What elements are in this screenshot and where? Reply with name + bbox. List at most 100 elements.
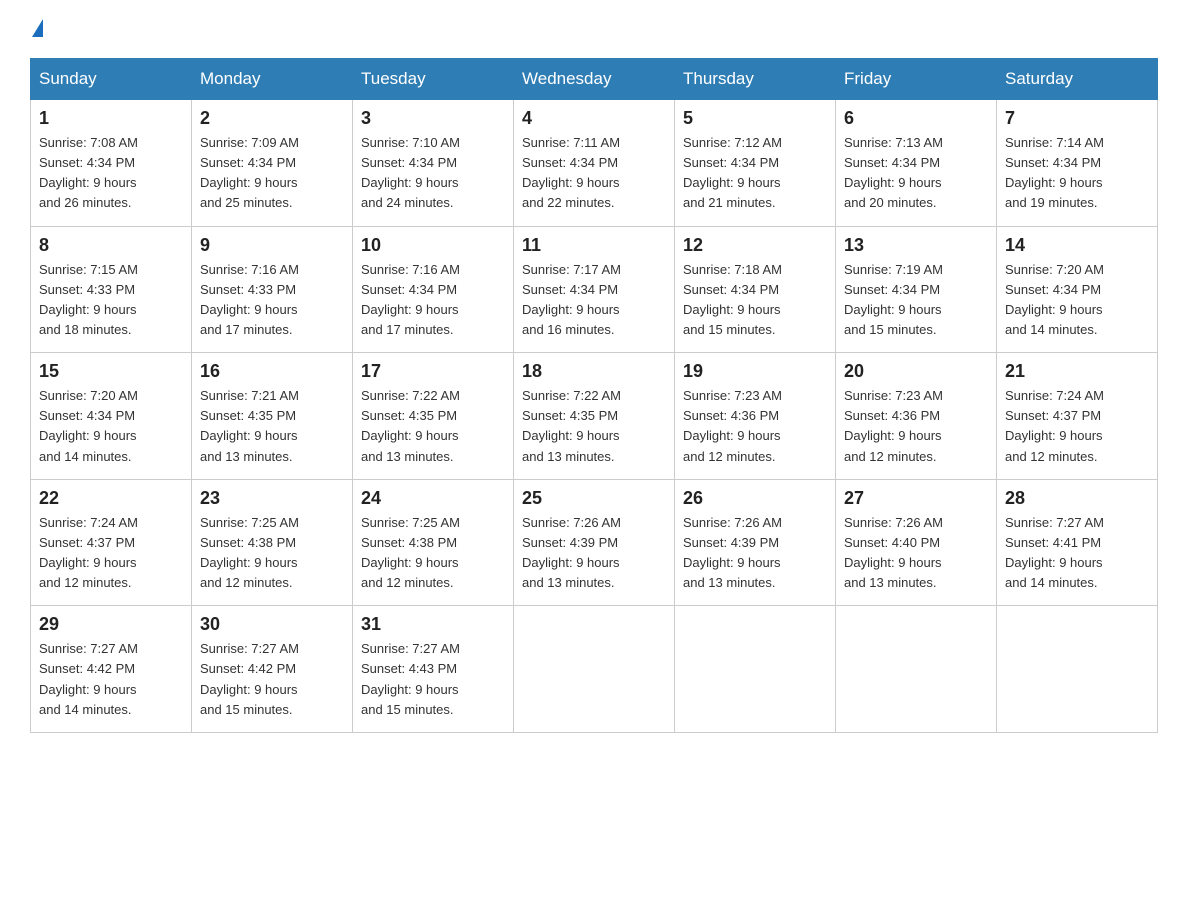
calendar-cell: 18 Sunrise: 7:22 AMSunset: 4:35 PMDaylig… [514, 353, 675, 480]
day-number: 14 [1005, 235, 1149, 256]
day-number: 11 [522, 235, 666, 256]
calendar-cell: 15 Sunrise: 7:20 AMSunset: 4:34 PMDaylig… [31, 353, 192, 480]
calendar-cell: 23 Sunrise: 7:25 AMSunset: 4:38 PMDaylig… [192, 479, 353, 606]
day-info: Sunrise: 7:25 AMSunset: 4:38 PMDaylight:… [361, 515, 460, 590]
day-info: Sunrise: 7:10 AMSunset: 4:34 PMDaylight:… [361, 135, 460, 210]
day-number: 23 [200, 488, 344, 509]
day-info: Sunrise: 7:26 AMSunset: 4:39 PMDaylight:… [522, 515, 621, 590]
day-number: 30 [200, 614, 344, 635]
day-info: Sunrise: 7:25 AMSunset: 4:38 PMDaylight:… [200, 515, 299, 590]
calendar-cell: 9 Sunrise: 7:16 AMSunset: 4:33 PMDayligh… [192, 226, 353, 353]
day-info: Sunrise: 7:16 AMSunset: 4:33 PMDaylight:… [200, 262, 299, 337]
calendar-cell: 20 Sunrise: 7:23 AMSunset: 4:36 PMDaylig… [836, 353, 997, 480]
calendar-cell: 12 Sunrise: 7:18 AMSunset: 4:34 PMDaylig… [675, 226, 836, 353]
day-info: Sunrise: 7:27 AMSunset: 4:41 PMDaylight:… [1005, 515, 1104, 590]
day-number: 6 [844, 108, 988, 129]
day-number: 29 [39, 614, 183, 635]
day-number: 3 [361, 108, 505, 129]
day-info: Sunrise: 7:21 AMSunset: 4:35 PMDaylight:… [200, 388, 299, 463]
day-info: Sunrise: 7:26 AMSunset: 4:39 PMDaylight:… [683, 515, 782, 590]
calendar-cell: 29 Sunrise: 7:27 AMSunset: 4:42 PMDaylig… [31, 606, 192, 733]
calendar-cell: 7 Sunrise: 7:14 AMSunset: 4:34 PMDayligh… [997, 100, 1158, 227]
calendar-cell: 13 Sunrise: 7:19 AMSunset: 4:34 PMDaylig… [836, 226, 997, 353]
day-number: 25 [522, 488, 666, 509]
calendar-header-thursday: Thursday [675, 59, 836, 100]
day-info: Sunrise: 7:23 AMSunset: 4:36 PMDaylight:… [844, 388, 943, 463]
calendar-cell: 11 Sunrise: 7:17 AMSunset: 4:34 PMDaylig… [514, 226, 675, 353]
calendar-cell: 16 Sunrise: 7:21 AMSunset: 4:35 PMDaylig… [192, 353, 353, 480]
calendar-week-row: 15 Sunrise: 7:20 AMSunset: 4:34 PMDaylig… [31, 353, 1158, 480]
day-number: 24 [361, 488, 505, 509]
calendar-cell: 10 Sunrise: 7:16 AMSunset: 4:34 PMDaylig… [353, 226, 514, 353]
calendar-header-row: SundayMondayTuesdayWednesdayThursdayFrid… [31, 59, 1158, 100]
calendar-cell: 5 Sunrise: 7:12 AMSunset: 4:34 PMDayligh… [675, 100, 836, 227]
day-info: Sunrise: 7:22 AMSunset: 4:35 PMDaylight:… [361, 388, 460, 463]
day-number: 31 [361, 614, 505, 635]
calendar-cell: 6 Sunrise: 7:13 AMSunset: 4:34 PMDayligh… [836, 100, 997, 227]
logo [30, 20, 43, 38]
day-info: Sunrise: 7:24 AMSunset: 4:37 PMDaylight:… [39, 515, 138, 590]
day-info: Sunrise: 7:24 AMSunset: 4:37 PMDaylight:… [1005, 388, 1104, 463]
day-number: 18 [522, 361, 666, 382]
day-number: 19 [683, 361, 827, 382]
calendar-cell: 4 Sunrise: 7:11 AMSunset: 4:34 PMDayligh… [514, 100, 675, 227]
day-number: 9 [200, 235, 344, 256]
day-info: Sunrise: 7:27 AMSunset: 4:42 PMDaylight:… [200, 641, 299, 716]
day-info: Sunrise: 7:11 AMSunset: 4:34 PMDaylight:… [522, 135, 620, 210]
day-info: Sunrise: 7:15 AMSunset: 4:33 PMDaylight:… [39, 262, 138, 337]
day-info: Sunrise: 7:20 AMSunset: 4:34 PMDaylight:… [1005, 262, 1104, 337]
page-header [30, 20, 1158, 38]
day-number: 15 [39, 361, 183, 382]
day-number: 21 [1005, 361, 1149, 382]
calendar-cell: 28 Sunrise: 7:27 AMSunset: 4:41 PMDaylig… [997, 479, 1158, 606]
calendar-cell: 31 Sunrise: 7:27 AMSunset: 4:43 PMDaylig… [353, 606, 514, 733]
calendar-header-friday: Friday [836, 59, 997, 100]
day-info: Sunrise: 7:27 AMSunset: 4:43 PMDaylight:… [361, 641, 460, 716]
calendar-cell: 24 Sunrise: 7:25 AMSunset: 4:38 PMDaylig… [353, 479, 514, 606]
day-info: Sunrise: 7:18 AMSunset: 4:34 PMDaylight:… [683, 262, 782, 337]
day-number: 13 [844, 235, 988, 256]
calendar-cell: 1 Sunrise: 7:08 AMSunset: 4:34 PMDayligh… [31, 100, 192, 227]
calendar-header-saturday: Saturday [997, 59, 1158, 100]
day-number: 27 [844, 488, 988, 509]
calendar-cell: 25 Sunrise: 7:26 AMSunset: 4:39 PMDaylig… [514, 479, 675, 606]
day-info: Sunrise: 7:26 AMSunset: 4:40 PMDaylight:… [844, 515, 943, 590]
logo-arrow-icon [32, 19, 43, 37]
day-info: Sunrise: 7:17 AMSunset: 4:34 PMDaylight:… [522, 262, 621, 337]
calendar-table: SundayMondayTuesdayWednesdayThursdayFrid… [30, 58, 1158, 733]
day-info: Sunrise: 7:13 AMSunset: 4:34 PMDaylight:… [844, 135, 943, 210]
day-number: 5 [683, 108, 827, 129]
day-number: 28 [1005, 488, 1149, 509]
day-number: 26 [683, 488, 827, 509]
calendar-cell: 27 Sunrise: 7:26 AMSunset: 4:40 PMDaylig… [836, 479, 997, 606]
day-number: 4 [522, 108, 666, 129]
calendar-cell [675, 606, 836, 733]
day-info: Sunrise: 7:20 AMSunset: 4:34 PMDaylight:… [39, 388, 138, 463]
day-number: 22 [39, 488, 183, 509]
calendar-cell: 21 Sunrise: 7:24 AMSunset: 4:37 PMDaylig… [997, 353, 1158, 480]
calendar-cell [514, 606, 675, 733]
calendar-cell: 19 Sunrise: 7:23 AMSunset: 4:36 PMDaylig… [675, 353, 836, 480]
calendar-header-monday: Monday [192, 59, 353, 100]
day-number: 1 [39, 108, 183, 129]
calendar-header-sunday: Sunday [31, 59, 192, 100]
day-number: 2 [200, 108, 344, 129]
day-number: 7 [1005, 108, 1149, 129]
calendar-cell [997, 606, 1158, 733]
day-info: Sunrise: 7:16 AMSunset: 4:34 PMDaylight:… [361, 262, 460, 337]
day-info: Sunrise: 7:27 AMSunset: 4:42 PMDaylight:… [39, 641, 138, 716]
calendar-cell: 3 Sunrise: 7:10 AMSunset: 4:34 PMDayligh… [353, 100, 514, 227]
calendar-cell: 22 Sunrise: 7:24 AMSunset: 4:37 PMDaylig… [31, 479, 192, 606]
day-info: Sunrise: 7:08 AMSunset: 4:34 PMDaylight:… [39, 135, 138, 210]
calendar-week-row: 8 Sunrise: 7:15 AMSunset: 4:33 PMDayligh… [31, 226, 1158, 353]
day-info: Sunrise: 7:09 AMSunset: 4:34 PMDaylight:… [200, 135, 299, 210]
calendar-header-tuesday: Tuesday [353, 59, 514, 100]
day-number: 16 [200, 361, 344, 382]
calendar-cell [836, 606, 997, 733]
calendar-cell: 17 Sunrise: 7:22 AMSunset: 4:35 PMDaylig… [353, 353, 514, 480]
day-info: Sunrise: 7:23 AMSunset: 4:36 PMDaylight:… [683, 388, 782, 463]
calendar-cell: 8 Sunrise: 7:15 AMSunset: 4:33 PMDayligh… [31, 226, 192, 353]
calendar-week-row: 29 Sunrise: 7:27 AMSunset: 4:42 PMDaylig… [31, 606, 1158, 733]
calendar-cell: 2 Sunrise: 7:09 AMSunset: 4:34 PMDayligh… [192, 100, 353, 227]
calendar-cell: 30 Sunrise: 7:27 AMSunset: 4:42 PMDaylig… [192, 606, 353, 733]
